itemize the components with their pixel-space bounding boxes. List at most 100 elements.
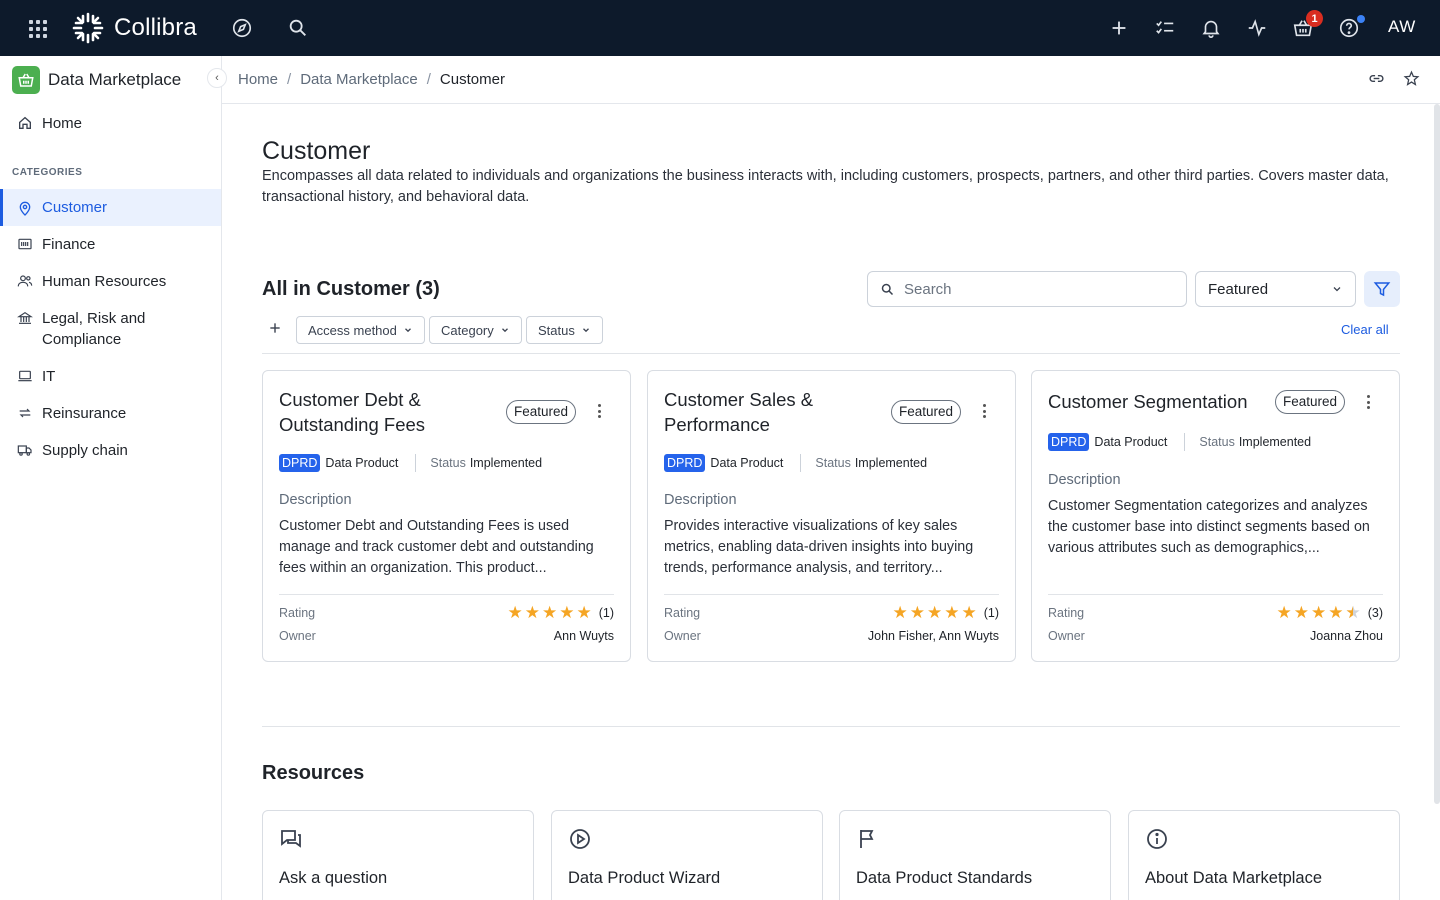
truck-icon bbox=[17, 445, 32, 456]
scrollbar[interactable] bbox=[1434, 104, 1440, 804]
sidebar-item-finance[interactable]: Finance bbox=[0, 234, 221, 255]
card-title[interactable]: Customer Debt & Outstanding Fees bbox=[279, 387, 489, 437]
user-avatar[interactable]: AW bbox=[1388, 17, 1416, 37]
help-indicator-dot bbox=[1357, 15, 1365, 23]
page-actions bbox=[1368, 70, 1420, 87]
sidebar-item-supply-chain[interactable]: Supply chain bbox=[0, 440, 221, 461]
task-list-icon[interactable] bbox=[1153, 16, 1177, 40]
plus-icon[interactable] bbox=[1107, 16, 1131, 40]
filter-chip-status[interactable]: Status bbox=[526, 316, 603, 344]
star-icon: ★ bbox=[909, 603, 925, 622]
resource-label: Ask a question bbox=[279, 869, 388, 887]
resource-card-standards[interactable]: Data Product Standards bbox=[839, 810, 1111, 900]
status-label: Status bbox=[1199, 435, 1235, 449]
card-title[interactable]: Customer Segmentation bbox=[1048, 389, 1278, 414]
meta-separator bbox=[800, 454, 802, 472]
resource-label: About Data Marketplace bbox=[1145, 869, 1323, 887]
sidebar-item-legal-risk-compliance[interactable]: Legal, Risk and Compliance bbox=[0, 308, 200, 350]
star-rating: ★ ★ ★ ★ ★ (1) bbox=[892, 604, 999, 621]
sidebar: Data Marketplace ‹ Home CATEGORIES Custo… bbox=[0, 56, 227, 900]
sidebar-item-label: Reinsurance bbox=[42, 405, 127, 422]
sidebar-item-customer[interactable]: Customer bbox=[0, 189, 221, 226]
star-icon: ★ bbox=[944, 603, 960, 622]
sidebar-item-reinsurance[interactable]: Reinsurance bbox=[0, 403, 221, 424]
data-product-card[interactable]: Customer Segmentation Featured DPRD Data… bbox=[1031, 370, 1400, 662]
flag-icon bbox=[860, 830, 874, 848]
breadcrumb-home-link[interactable]: Home bbox=[238, 71, 278, 88]
rating-count: (1) bbox=[983, 605, 999, 620]
star-icon: ★ bbox=[1328, 603, 1344, 622]
status-value: Implemented bbox=[469, 456, 543, 470]
sidebar-item-human-resources[interactable]: Human Resources bbox=[0, 271, 221, 292]
star-outline-icon[interactable] bbox=[1403, 70, 1420, 87]
status-label: Status bbox=[430, 456, 466, 470]
sort-selected-value: Featured bbox=[1208, 280, 1269, 298]
card-meta: DPRD Data Product Status Implemented bbox=[664, 454, 927, 472]
star-rating: ★ ★ ★ ★ ★ (1) bbox=[507, 604, 614, 621]
more-options-icon[interactable] bbox=[983, 404, 987, 418]
breadcrumb-marketplace-link[interactable]: Data Marketplace bbox=[300, 71, 418, 88]
more-options-icon[interactable] bbox=[598, 404, 602, 418]
divider bbox=[262, 353, 1400, 354]
resource-card-ask-question[interactable]: Ask a question bbox=[262, 810, 534, 900]
brand-logo[interactable]: Collibra bbox=[72, 12, 197, 44]
star-icon: ★ bbox=[1293, 603, 1309, 622]
activity-icon[interactable] bbox=[1245, 16, 1269, 40]
data-product-card[interactable]: Customer Debt & Outstanding Fees Feature… bbox=[262, 370, 631, 662]
sort-select[interactable]: Featured bbox=[1195, 271, 1356, 307]
card-title[interactable]: Customer Sales & Performance bbox=[664, 387, 874, 437]
marketplace-logo-icon bbox=[12, 66, 40, 94]
add-filter-button[interactable] bbox=[268, 319, 282, 339]
chevron-down-icon bbox=[501, 328, 508, 333]
chevron-down-icon bbox=[582, 328, 589, 333]
categories-section-label: CATEGORIES bbox=[12, 167, 83, 178]
card-meta: DPRD Data Product Status Implemented bbox=[279, 454, 542, 472]
asset-type-code: DPRD bbox=[1048, 433, 1090, 451]
owner-label: Owner bbox=[1048, 629, 1085, 643]
sidebar-item-label: Customer bbox=[42, 199, 108, 216]
resource-label: Data Product Wizard bbox=[568, 869, 721, 887]
divider bbox=[664, 594, 999, 595]
status-value: Implemented bbox=[854, 456, 928, 470]
star-half-icon: ★ bbox=[1345, 604, 1360, 621]
search-box[interactable] bbox=[867, 271, 1187, 307]
description-text: Provides interactive visualizations of k… bbox=[664, 518, 974, 576]
clear-all-link[interactable]: Clear all bbox=[1341, 322, 1389, 337]
description-label: Description bbox=[664, 492, 737, 508]
resource-card-about[interactable]: About Data Marketplace bbox=[1128, 810, 1400, 900]
people-icon bbox=[17, 275, 33, 287]
filter-button[interactable] bbox=[1364, 271, 1400, 307]
search-icon[interactable] bbox=[286, 16, 310, 40]
compass-icon[interactable] bbox=[230, 16, 254, 40]
bell-icon[interactable] bbox=[1199, 16, 1223, 40]
home-icon bbox=[19, 116, 31, 129]
search-icon bbox=[881, 283, 894, 295]
more-options-icon[interactable] bbox=[1367, 395, 1371, 409]
chevron-down-icon bbox=[1333, 287, 1341, 292]
sidebar-title: Data Marketplace bbox=[48, 70, 182, 89]
card-meta: DPRD Data Product Status Implemented bbox=[1048, 433, 1311, 451]
sidebar-header[interactable]: Data Marketplace bbox=[12, 66, 181, 94]
resource-card-wizard[interactable]: Data Product Wizard bbox=[551, 810, 823, 900]
filter-chip-label: Category bbox=[441, 322, 494, 338]
sidebar-item-label: Legal, Risk and Compliance bbox=[42, 310, 146, 348]
featured-badge: Featured bbox=[890, 400, 961, 424]
filter-chip-access-method[interactable]: Access method bbox=[296, 316, 425, 344]
rating-label: Rating bbox=[664, 606, 701, 620]
description-text: Customer Debt and Outstanding Fees is us… bbox=[279, 518, 594, 576]
filter-icon bbox=[1373, 282, 1391, 297]
search-input[interactable] bbox=[904, 280, 1164, 298]
filter-chip-category[interactable]: Category bbox=[429, 316, 522, 344]
sidebar-item-it[interactable]: IT bbox=[0, 366, 221, 387]
data-product-card[interactable]: Customer Sales & Performance Featured DP… bbox=[647, 370, 1016, 662]
finance-icon bbox=[18, 238, 32, 250]
asset-type-label: Data Product bbox=[1094, 435, 1168, 449]
link-icon[interactable] bbox=[1368, 70, 1385, 87]
app-launcher-icon[interactable] bbox=[26, 17, 48, 39]
featured-badge: Featured bbox=[505, 400, 576, 424]
collapse-sidebar-button[interactable]: ‹ bbox=[207, 68, 227, 88]
plus-icon bbox=[270, 323, 280, 333]
page-title: Customer bbox=[262, 137, 371, 165]
rating-label: Rating bbox=[1048, 606, 1085, 620]
sidebar-item-home[interactable]: Home bbox=[0, 113, 221, 134]
